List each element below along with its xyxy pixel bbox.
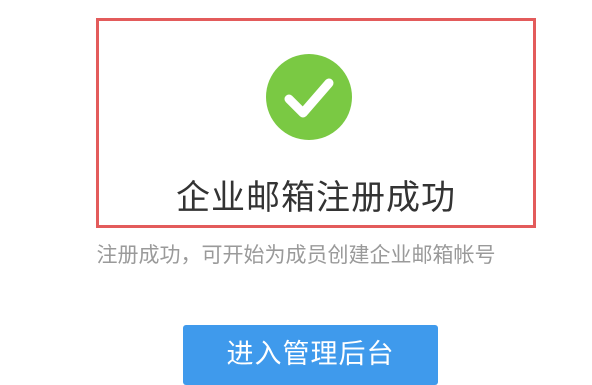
success-subtitle: 注册成功，可开始为成员创建企业邮箱帐号	[96, 243, 496, 267]
enter-admin-button[interactable]: 进入管理后台	[183, 325, 438, 385]
success-title: 企业邮箱注册成功	[176, 178, 456, 218]
check-circle-icon	[266, 54, 352, 140]
